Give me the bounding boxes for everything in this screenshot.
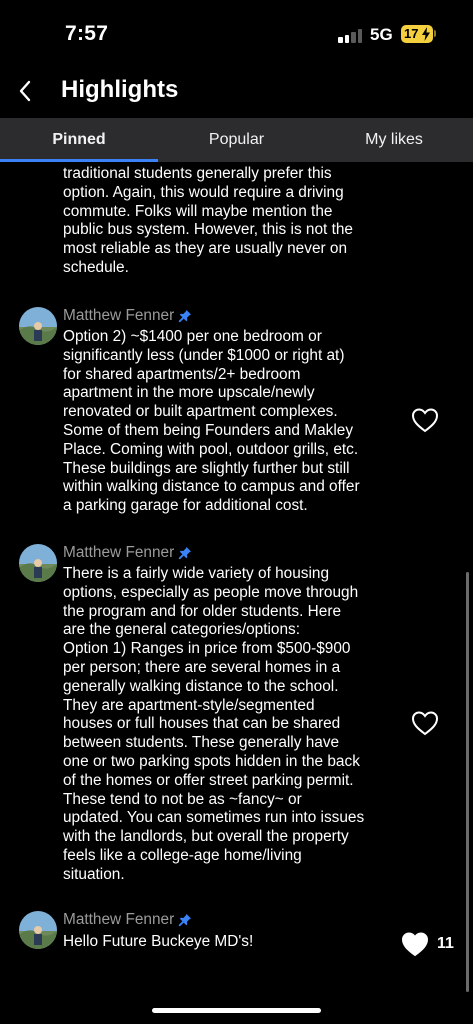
post-line: traditional students generally prefer th… xyxy=(63,165,332,182)
home-indicator[interactable] xyxy=(152,1008,321,1013)
partial-post-text: traditional students generally prefer th… xyxy=(63,165,393,278)
battery-nub xyxy=(434,30,436,37)
signal-icon xyxy=(338,28,362,43)
post-line: They are apartment-style/segmented xyxy=(63,696,315,714)
post-line: within walking distance to campus and of… xyxy=(63,478,360,496)
network-label: 5G xyxy=(370,25,393,44)
post-line: the program and for older students. Here xyxy=(63,602,342,620)
author-row: Matthew Fenner xyxy=(63,306,192,326)
app-screen: 7:57 5G 17 Highlights Pinned Popular My … xyxy=(0,0,473,1024)
post-line: for shared apartments/2+ bedroom xyxy=(63,365,301,383)
avatar[interactable] xyxy=(19,307,57,345)
post-line: apartment in the more upscale/newly xyxy=(63,384,315,402)
status-time: 7:57 xyxy=(65,22,109,45)
author-row: Matthew Fenner xyxy=(63,910,192,930)
post-body: Hello Future Buckeye MD's! xyxy=(63,933,393,952)
like-count: 11 xyxy=(437,935,454,952)
post-line: Some of them being Founders and Makley xyxy=(63,421,354,439)
author-name[interactable]: Matthew Fenner xyxy=(63,307,174,325)
avatar[interactable] xyxy=(19,544,57,582)
post-line: These tend to not be as ~fancy~ or xyxy=(63,790,302,808)
post-line: Option 1) Ranges in price from $500-$900 xyxy=(63,640,351,658)
tab-popular[interactable]: Popular xyxy=(158,118,315,162)
author-name[interactable]: Matthew Fenner xyxy=(63,544,174,562)
post-line: are the general categories/options: xyxy=(63,621,300,639)
post-line: most reliable as they are usually never … xyxy=(63,240,348,258)
post-line: one or two parking spots hidden in the b… xyxy=(63,752,360,770)
pin-icon xyxy=(178,310,192,323)
post-line: These buildings are slightly further but… xyxy=(63,459,350,477)
avatar-photo xyxy=(19,911,57,949)
post-line: with the landlords, but overall the prop… xyxy=(63,828,349,846)
post-line: a parking garage for additional cost. xyxy=(63,497,308,515)
scroll-indicator[interactable] xyxy=(466,572,469,992)
tab-my-likes[interactable]: My likes xyxy=(315,118,473,162)
page-title: Highlights xyxy=(61,76,179,103)
post-line: per person; there are several homes in a xyxy=(63,658,341,676)
author-row: Matthew Fenner xyxy=(63,543,192,563)
post-line: Place. Coming with pool, outdoor grills,… xyxy=(63,440,359,458)
post-line: renovated or built apartment complexes. xyxy=(63,403,338,421)
avatar-photo xyxy=(19,544,57,582)
heart-filled-icon[interactable] xyxy=(401,931,429,957)
back-button[interactable] xyxy=(10,76,40,106)
battery-level: 17 xyxy=(404,26,419,41)
post-line: significantly less (under $1000 or right… xyxy=(63,346,345,364)
post-line: generally walking distance to the school… xyxy=(63,677,339,695)
post-line: option. Again, this would require a driv… xyxy=(63,183,344,201)
post-line: feels like a college-age home/living xyxy=(63,846,302,864)
highlights-feed[interactable]: traditional students generally prefer th… xyxy=(0,162,473,1024)
tab-bar: Pinned Popular My likes xyxy=(0,118,473,162)
post-body: Option 2) ~$1400 per one bedroom or sign… xyxy=(63,328,393,516)
post-body: There is a fairly wide variety of housin… xyxy=(63,565,393,885)
post-line: updated. You can sometimes run into issu… xyxy=(63,809,365,827)
post-line: There is a fairly wide variety of housin… xyxy=(63,565,330,582)
post-line: schedule. xyxy=(63,258,129,276)
charging-bolt-icon xyxy=(422,27,430,41)
back-chevron-icon xyxy=(19,80,31,102)
tab-pinned[interactable]: Pinned xyxy=(0,118,158,162)
heart-outline-icon[interactable] xyxy=(411,407,439,433)
post-line: options, especially as people move throu… xyxy=(63,583,359,601)
heart-outline-icon[interactable] xyxy=(411,710,439,736)
post-line: Option 2) ~$1400 per one bedroom or xyxy=(63,328,322,345)
avatar-photo xyxy=(19,307,57,345)
battery-icon: 17 xyxy=(401,25,433,43)
status-bar: 7:57 5G 17 xyxy=(0,0,473,70)
author-name[interactable]: Matthew Fenner xyxy=(63,911,174,929)
post-line: commute. Folks will maybe mention the xyxy=(63,202,333,220)
post-line: Hello Future Buckeye MD's! xyxy=(63,933,254,950)
pin-icon xyxy=(178,547,192,560)
post-line: of the homes or offer street parking per… xyxy=(63,771,354,789)
post-line: situation. xyxy=(63,865,125,883)
avatar[interactable] xyxy=(19,911,57,949)
post-line: houses or full houses that can be shared xyxy=(63,715,341,733)
post-line: between students. These generally have xyxy=(63,734,340,752)
post-line: public bus system. However, this is not … xyxy=(63,221,353,239)
pin-icon xyxy=(178,914,192,927)
